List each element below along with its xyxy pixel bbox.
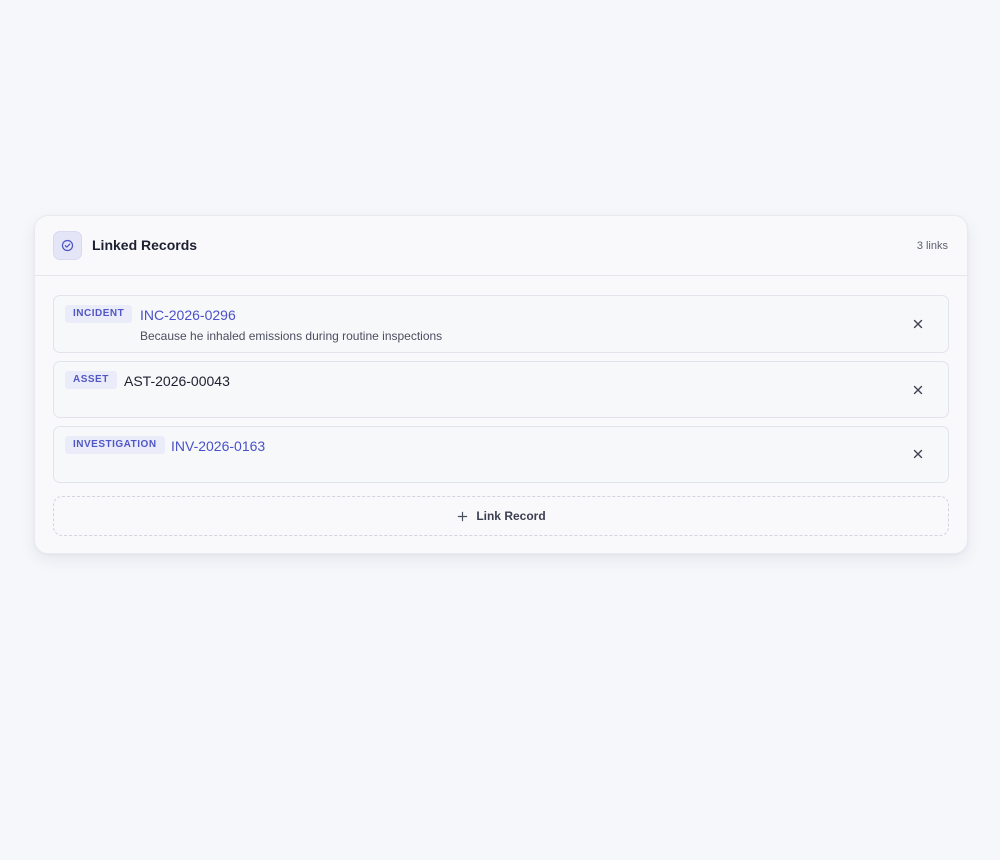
record-id-link[interactable]: INV-2026-0163 — [171, 438, 265, 455]
panel-title: Linked Records — [92, 237, 198, 253]
plus-icon — [456, 510, 468, 522]
linked-record-asset[interactable]: ASSET AST-2026-00043 — [53, 361, 949, 418]
check-circle-icon — [53, 231, 82, 260]
close-icon — [913, 385, 923, 395]
remove-record-button[interactable] — [910, 316, 926, 332]
record-type-badge: INVESTIGATION — [65, 436, 165, 454]
record-description: Because he inhaled emissions during rout… — [140, 329, 443, 343]
panel-header: Linked Records 3 links — [35, 216, 967, 276]
record-id: AST-2026-00043 — [124, 373, 230, 389]
remove-record-button[interactable] — [910, 446, 926, 462]
linked-record-investigation[interactable]: INVESTIGATION INV-2026-0163 — [53, 426, 949, 483]
remove-record-button[interactable] — [910, 382, 926, 398]
record-type-badge: ASSET — [65, 371, 117, 389]
link-record-label: Link Record — [476, 508, 546, 523]
linked-record-incident[interactable]: INCIDENT INC-2026-0296 Because he inhale… — [53, 295, 949, 353]
link-record-button[interactable]: Link Record — [53, 496, 949, 536]
close-icon — [913, 449, 923, 459]
record-type-badge: INCIDENT — [65, 305, 133, 323]
link-count: 3 links — [916, 240, 948, 252]
record-id-link[interactable]: INC-2026-0296 — [140, 307, 236, 324]
close-icon — [913, 319, 923, 329]
linked-records-panel: Linked Records 3 links INCIDENT INC-2026… — [34, 215, 968, 554]
